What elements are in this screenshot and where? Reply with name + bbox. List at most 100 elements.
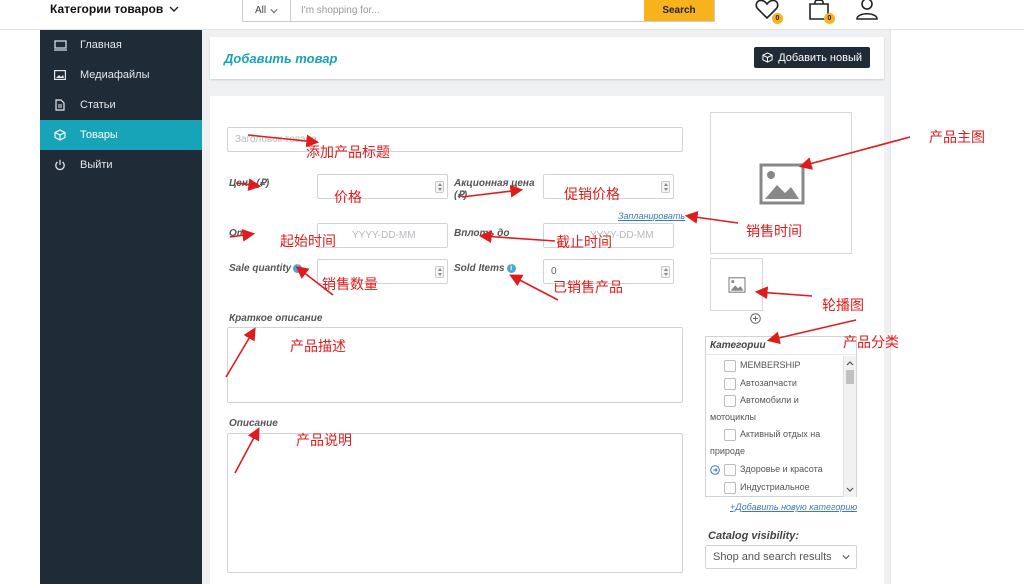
number-spinner-icon[interactable] (435, 181, 444, 193)
monitor-icon (53, 39, 67, 51)
scroll-down-icon[interactable] (844, 485, 856, 495)
arrow-circle-icon[interactable] (710, 464, 720, 475)
category-checkbox[interactable] (724, 377, 736, 390)
account-button[interactable] (854, 0, 880, 22)
info-icon[interactable]: i (293, 263, 303, 273)
catalog-visibility-label: Catalog visibility: (708, 530, 800, 542)
box-icon (762, 52, 773, 63)
image-placeholder-icon (759, 163, 805, 205)
category-menu[interactable]: Категории товаров (50, 0, 179, 18)
annotation-sold-items: 已销售产品 (553, 280, 623, 296)
number-spinner-icon[interactable] (661, 181, 670, 193)
category-checkbox[interactable] (724, 481, 736, 494)
sidebar-item-label: Выйти (80, 159, 113, 171)
wishlist-count-badge: 0 (772, 13, 783, 24)
category-item[interactable]: Автомобили и мотоциклы (706, 392, 844, 426)
cart-button[interactable]: 0 (806, 0, 835, 24)
annotation-end-time: 截止时间 (556, 235, 612, 251)
scroll-up-icon[interactable] (844, 358, 856, 368)
category-checkbox[interactable] (724, 394, 736, 407)
annotation-sale-quantity: 销售数量 (322, 277, 378, 293)
annotation-short-description: 产品描述 (290, 339, 346, 355)
category-title: Категории (706, 337, 856, 355)
annotation-start-time: 起始时间 (280, 234, 336, 250)
sidebar-item-label: Товары (80, 129, 118, 141)
category-item[interactable]: Автозапчасти (706, 374, 844, 392)
annotation-main-image: 产品主图 (929, 130, 985, 146)
search-bar: All Search (242, 0, 715, 22)
category-item[interactable]: Активный отдых на природе (706, 426, 844, 460)
category-label: MEMBERSHIP (740, 360, 801, 370)
sidebar-item-label: Статьи (80, 99, 116, 111)
add-category-link[interactable]: +Добавить новую категорию (730, 502, 857, 512)
category-item[interactable]: Индустриальное (706, 478, 844, 496)
image-placeholder-icon (728, 277, 746, 293)
category-item[interactable]: Здоровье и красота (706, 460, 844, 478)
wishlist-button[interactable]: 0 (754, 0, 783, 24)
description-label: Описание (229, 418, 278, 429)
sidebar-item-label: Главная (80, 39, 122, 51)
sold-items-text: Sold Items (454, 263, 505, 274)
sidebar-item-home[interactable]: Главная (40, 30, 202, 60)
page-header: Добавить товар Добавить новый (210, 37, 884, 79)
search-category-value: All (254, 5, 267, 16)
annotation-sale-price: 促销价格 (564, 187, 620, 203)
short-description-label: Краткое описание (229, 313, 323, 324)
image-icon (54, 70, 66, 80)
annotation-sale-time: 销售时间 (746, 224, 802, 240)
sale-quantity-text: Sale quantity (229, 263, 292, 274)
top-bar: Категории товаров All Search 0 0 (0, 0, 1024, 30)
sidebar-item-articles[interactable]: Статьи (40, 90, 202, 120)
from-date-input[interactable] (317, 223, 448, 248)
product-title-input[interactable] (227, 127, 683, 152)
sidebar-item-media[interactable]: Медиафайлы (40, 60, 202, 90)
sale-price-label: Акционная цена (₽) (454, 178, 535, 201)
cart-count-badge: 0 (824, 13, 835, 24)
category-label: Здоровье и красота (740, 464, 823, 474)
search-category-select[interactable]: All (243, 0, 291, 21)
category-label: Автозапчасти (740, 378, 797, 388)
search-input[interactable] (291, 0, 644, 21)
number-spinner-icon[interactable] (661, 266, 670, 278)
category-scrollbar[interactable] (843, 356, 856, 497)
category-item[interactable]: MEMBERSHIP (706, 356, 844, 374)
sidebar-item-products[interactable]: Товары (40, 120, 202, 150)
from-date-label: От (229, 228, 246, 239)
category-list: MEMBERSHIP Автозапчасти Автомобили и мот… (706, 356, 844, 497)
right-panel (890, 30, 1024, 584)
category-menu-label: Категории товаров (50, 2, 164, 16)
catalog-visibility-value: Shop and search results (713, 551, 832, 563)
annotation-title: 添加产品标题 (306, 145, 390, 161)
catalog-visibility-select[interactable]: Shop and search results (705, 545, 857, 569)
schedule-link[interactable]: Запланировать (618, 211, 685, 221)
chevron-down-icon (270, 8, 278, 13)
page-title: Добавить товар (224, 51, 338, 66)
add-new-button[interactable]: Добавить новый (754, 47, 870, 68)
category-checkbox[interactable] (724, 428, 736, 441)
to-date-label: Вплоть до (454, 228, 510, 239)
sidebar-item-logout[interactable]: Выйти (40, 150, 202, 180)
category-label: Индустриальное (740, 482, 810, 492)
add-gallery-image-icon[interactable] (750, 313, 761, 324)
chevron-down-icon (842, 555, 850, 560)
search-button[interactable]: Search (644, 0, 714, 21)
gallery-image-upload[interactable] (710, 258, 763, 311)
category-checkbox[interactable] (724, 463, 736, 476)
sold-items-label: Sold Items i (454, 263, 516, 275)
number-spinner-icon[interactable] (435, 266, 444, 278)
user-icon (856, 0, 878, 20)
annotation-category: 产品分类 (843, 335, 899, 351)
power-icon (55, 159, 65, 171)
annotation-description: 产品说明 (296, 433, 352, 449)
box-icon (54, 129, 66, 141)
category-checkbox[interactable] (724, 359, 736, 372)
description-textarea[interactable] (227, 433, 683, 573)
sale-quantity-label: Sale quantity i (229, 263, 303, 275)
add-new-label: Добавить новый (778, 51, 862, 64)
annotation-price: 价格 (334, 190, 362, 206)
info-icon[interactable]: i (506, 263, 516, 273)
sidebar: Главная Медиафайлы Статьи Товары Выйти (40, 30, 202, 584)
sold-items-value: 0 (551, 266, 557, 277)
chevron-down-icon (169, 6, 179, 12)
scrollbar-thumb[interactable] (846, 370, 854, 384)
